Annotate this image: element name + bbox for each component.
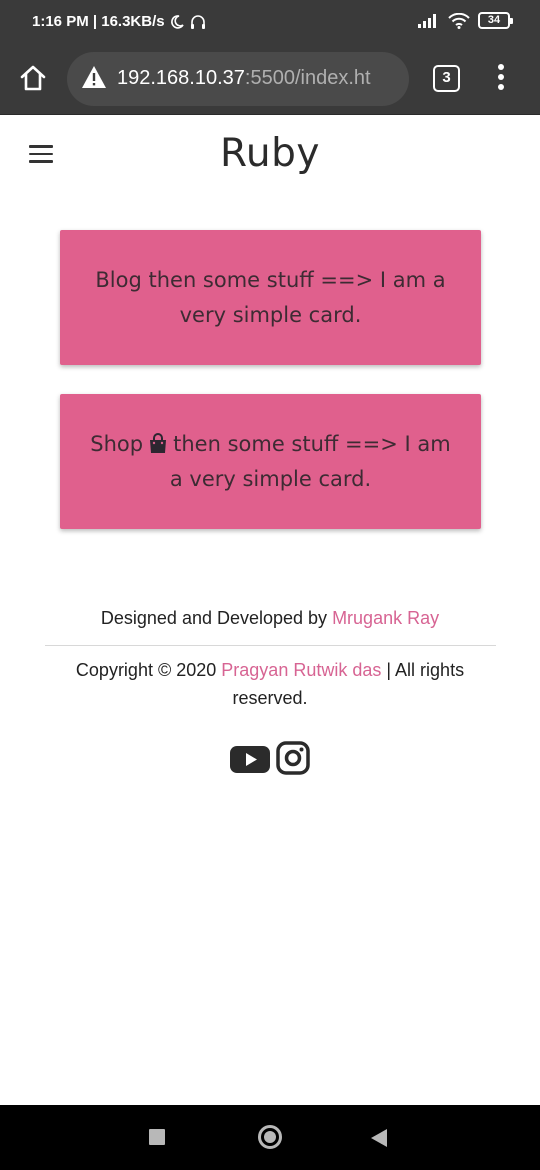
wifi-icon xyxy=(448,12,470,29)
more-icon-dot xyxy=(498,74,504,80)
more-icon-dot xyxy=(498,84,504,90)
recents-button[interactable] xyxy=(149,1129,165,1145)
warning-icon xyxy=(82,66,106,88)
youtube-icon[interactable] xyxy=(229,741,271,775)
card-text: Blog then some stuff ==> I am a very sim… xyxy=(95,267,446,327)
shop-card: Shop then some stuff ==> I am a very simp… xyxy=(60,394,481,529)
home-icon xyxy=(20,65,46,91)
more-menu-button[interactable] xyxy=(488,61,514,97)
address-bar[interactable]: 192.168.10.37:5500/index.ht xyxy=(67,52,409,106)
more-icon xyxy=(498,64,504,70)
footer-divider xyxy=(45,645,496,646)
card-text: Shop then some stuff ==> I am a very simp… xyxy=(90,427,451,497)
status-bar: 1:16 PM | 16.3KB/s 34 xyxy=(0,0,540,44)
designed-prefix: Designed and Developed by xyxy=(100,608,333,628)
designer-link[interactable]: Mrugank Ray xyxy=(332,608,439,628)
brand-title[interactable]: Ruby xyxy=(0,131,540,176)
url-host: 192.168.10.37 xyxy=(117,67,245,89)
author-link[interactable]: Pragyan Rutwik das xyxy=(221,660,381,680)
back-icon[interactable] xyxy=(370,1128,388,1148)
moon-icon xyxy=(170,14,184,29)
status-right: 34 xyxy=(418,12,513,29)
status-left: 1:16 PM | 16.3KB/s xyxy=(32,13,207,30)
url-path: :5500/index.ht xyxy=(244,67,371,89)
designed-by-text: Designed and Developed by Mrugank Ray xyxy=(0,608,540,629)
social-links xyxy=(229,741,310,775)
card-text-after: then some stuff ==> I am a very simple c… xyxy=(169,431,451,491)
url-text[interactable]: 192.168.10.37:5500/index.ht xyxy=(117,67,402,90)
blog-card: Blog then some stuff ==> I am a very sim… xyxy=(60,230,481,365)
home-nav-button[interactable] xyxy=(258,1125,282,1149)
copyright-text: Copyright © 2020 Pragyan Rutwik das | Al… xyxy=(50,656,490,712)
battery-icon: 34 xyxy=(478,12,513,29)
status-time: 1:16 PM | 16.3KB/s xyxy=(32,13,165,30)
headphones-icon xyxy=(190,14,205,29)
browser-toolbar: 192.168.10.37:5500/index.ht 3 xyxy=(0,44,540,115)
instagram-icon[interactable] xyxy=(276,741,310,775)
signal-icon xyxy=(418,13,436,28)
tabs-button[interactable]: 3 xyxy=(433,65,460,92)
copyright-prefix: Copyright © 2020 xyxy=(75,660,222,680)
home-button[interactable] xyxy=(18,63,48,93)
shopping-bag-icon xyxy=(150,432,167,453)
card-text-before: Shop xyxy=(90,431,144,456)
system-nav-bar xyxy=(0,1105,540,1170)
